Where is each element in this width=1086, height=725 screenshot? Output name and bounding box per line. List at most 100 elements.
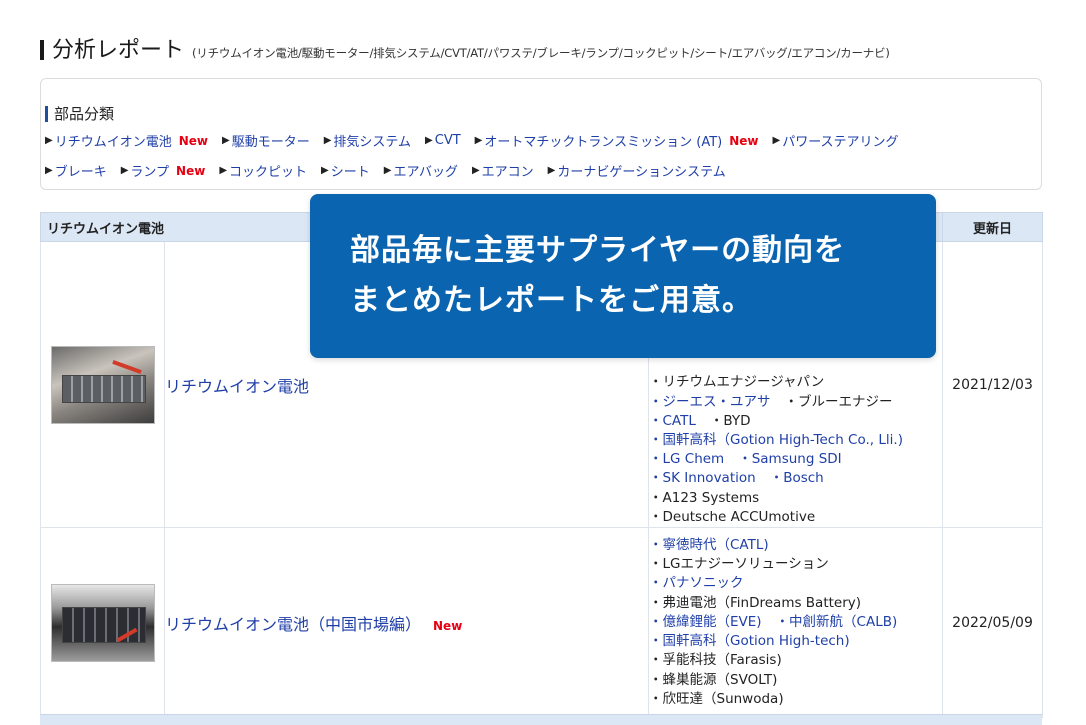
thumbnail-cell: [40, 241, 165, 528]
supplier-name: ・A123 Systems: [649, 489, 760, 506]
category-label: エアバッグ: [393, 165, 458, 180]
category-heading-text: 部品分類: [54, 105, 115, 123]
category-link[interactable]: ▶ カーナビゲーションシステム: [548, 161, 726, 180]
supplier-line: ・ジーエス・ユアサ ・ブルーエナジー: [649, 393, 942, 412]
promo-line-1: 部品毎に主要サプライヤーの動向を: [350, 233, 846, 268]
category-label: リチウムイオン電池: [54, 135, 172, 150]
category-link[interactable]: ▶ CVT: [425, 131, 461, 150]
category-link[interactable]: ▶ コックピット: [219, 161, 307, 180]
supplier-line: ・寧徳時代（CATL): [649, 536, 942, 555]
promo-line-2: まとめたレポートをご用意。: [350, 283, 753, 318]
category-label: エアコン: [481, 165, 534, 180]
category-link[interactable]: ▶ ランプ New: [120, 161, 206, 181]
category-row-1: ▶ リチウムイオン電池 New ▶ 駆動モーター ▶ 排気システム ▶ CVT ▶ オートマチックト…: [45, 131, 899, 150]
page-title: 分析レポート (リチウムイオン電池/駆動モーター/排気システム/CVT/AT/パ…: [40, 32, 890, 64]
new-badge: New: [176, 163, 206, 178]
category-link[interactable]: ▶ パワーステアリング: [773, 131, 899, 150]
table-header-date: 更新日: [942, 212, 1044, 242]
supplier-name: ・Deutsche ACCUmotive: [649, 508, 816, 525]
supplier-line: ・蜂巣能源（SVOLT): [649, 671, 942, 690]
triangle-right-icon: ▶: [323, 135, 332, 146]
supplier-line: ・LG Chem ・Samsung SDI: [649, 450, 942, 469]
supplier-link[interactable]: ・国軒高科（Gotion High-Tech Co., Lli.): [649, 432, 903, 448]
next-row-header: [40, 714, 1042, 725]
category-label: カーナビゲーションシステム: [557, 165, 726, 180]
category-link[interactable]: ▶ エアバッグ: [384, 161, 458, 180]
triangle-right-icon: ▶: [45, 135, 53, 146]
supplier-link[interactable]: ・LG Chem: [649, 451, 724, 467]
supplier-name: ・ブルーエナジー: [784, 393, 893, 410]
page-subtitle: (リチウムイオン電池/駆動モーター/排気システム/CVT/AT/パワステ/ブレー…: [192, 46, 890, 60]
promo-overlay: 部品毎に主要サプライヤーの動向を まとめたレポートをご用意。: [310, 194, 936, 358]
category-link[interactable]: ▶ シート: [321, 161, 370, 180]
supplier-name: ・リチウムエナジージャパン: [649, 374, 825, 391]
category-link[interactable]: ▶ オートマチックトランスミッション (AT) New: [474, 131, 759, 151]
supplier-name: ・孚能科技（Farasis): [649, 652, 782, 669]
supplier-line: ・LGエナジーソリューション: [649, 555, 942, 574]
supplier-link[interactable]: ・億緯鋰能（EVE): [649, 614, 762, 630]
triangle-right-icon: ▶: [219, 165, 228, 176]
supplier-name: ・BYD: [709, 412, 751, 429]
supplier-link[interactable]: ・SK Innovation: [649, 470, 756, 486]
supplier-link[interactable]: ・パナソニック: [649, 575, 744, 591]
triangle-right-icon: ▶: [120, 165, 129, 176]
supplier-line: ・孚能科技（Farasis): [649, 651, 942, 670]
report-name-cell: リチウムイオン電池（中国市場編） New: [164, 527, 649, 718]
report-thumbnail-image[interactable]: [50, 345, 155, 424]
supplier-line: ・国軒高科（Gotion High-tech): [649, 632, 942, 651]
category-row-2: ▶ ブレーキ ▶ ランプ New ▶ コックピット ▶ シート ▶ エアバッグ ▶ エアコン ▶ カーナビゲ…: [45, 161, 726, 181]
new-badge: New: [178, 133, 208, 148]
wire-graphic: [111, 359, 142, 374]
triangle-right-icon: ▶: [425, 135, 433, 146]
report-title-link[interactable]: リチウムイオン電池: [165, 377, 309, 396]
supplier-name: ・欣旺達（Sunwoda): [649, 690, 784, 707]
battery-cells-graphic: [61, 606, 146, 643]
triangle-right-icon: ▶: [772, 135, 781, 146]
supplier-link[interactable]: ・Bosch: [770, 470, 824, 486]
supplier-line: ・国軒高科（Gotion High-Tech Co., Lli.): [649, 431, 942, 450]
thumbnail-cell: [40, 527, 165, 718]
title-bar-marker: [40, 40, 44, 60]
report-thumbnail-image[interactable]: [50, 583, 155, 662]
supplier-line: ・Deutsche ACCUmotive: [649, 508, 942, 527]
triangle-right-icon: ▶: [547, 165, 556, 176]
category-label: パワーステアリング: [782, 135, 899, 150]
update-date: 2022/05/09: [942, 527, 1044, 718]
category-label: ランプ: [130, 165, 170, 180]
supplier-list-cell: ・寧徳時代（CATL) ・LGエナジーソリューション ・パナソニック ・弗迪電池（Fi…: [647, 527, 944, 718]
category-label: コックピット: [229, 165, 308, 180]
category-link[interactable]: ▶ リチウムイオン電池 New: [45, 131, 208, 151]
triangle-right-icon: ▶: [45, 165, 53, 176]
category-label: 排気システム: [333, 135, 412, 150]
supplier-link[interactable]: ・中創新航（CALB): [776, 614, 898, 630]
category-heading: 部品分類: [45, 103, 114, 124]
supplier-name: ・LGエナジーソリューション: [649, 556, 829, 573]
new-badge: New: [433, 618, 463, 633]
category-label: CVT: [434, 133, 461, 148]
battery-cells-graphic: [61, 374, 146, 403]
triangle-right-icon: ▶: [222, 135, 230, 146]
category-label: 駆動モーター: [231, 135, 310, 150]
table-row: リチウムイオン電池（中国市場編） New ・寧徳時代（CATL) ・LGエナジーソリュ…: [40, 527, 1044, 718]
supplier-line: ・パナソニック: [649, 574, 942, 593]
supplier-link[interactable]: ・国軒高科（Gotion High-tech): [649, 633, 850, 649]
triangle-right-icon: ▶: [321, 165, 329, 176]
category-link[interactable]: ▶ エアコン: [472, 161, 534, 180]
supplier-link[interactable]: ・Samsung SDI: [738, 451, 841, 467]
report-title-link[interactable]: リチウムイオン電池（中国市場編）: [165, 615, 421, 634]
category-link[interactable]: ▶ 排気システム: [324, 131, 411, 150]
triangle-right-icon: ▶: [471, 165, 480, 176]
update-date: 2021/12/03: [942, 241, 1044, 528]
supplier-name: ・蜂巣能源（SVOLT): [649, 671, 778, 688]
category-link[interactable]: ▶ ブレーキ: [45, 161, 107, 180]
category-link[interactable]: ▶ 駆動モーター: [222, 131, 310, 150]
supplier-link[interactable]: ・CATL: [649, 413, 696, 429]
category-label: ブレーキ: [54, 165, 107, 180]
supplier-link[interactable]: ・ジーエス・ユアサ: [649, 394, 771, 410]
supplier-link[interactable]: ・寧徳時代（CATL): [649, 537, 769, 553]
supplier-line: ・億緯鋰能（EVE) ・中創新航（CALB): [649, 613, 942, 632]
triangle-right-icon: ▶: [474, 135, 483, 146]
page-title-text: 分析レポート: [52, 38, 185, 63]
triangle-right-icon: ▶: [383, 165, 392, 176]
category-panel: 部品分類 ▶ リチウムイオン電池 New ▶ 駆動モーター ▶ 排気システム ▶ CVT ▶ オート…: [40, 78, 1042, 190]
